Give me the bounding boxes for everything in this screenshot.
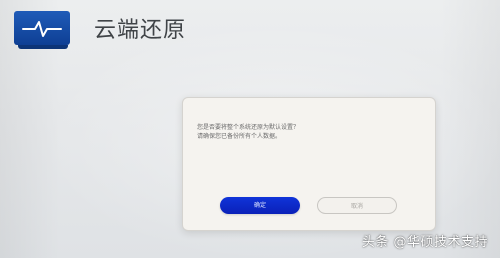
confirm-button[interactable]: 确定 bbox=[220, 197, 300, 214]
cancel-button[interactable]: 取消 bbox=[317, 197, 397, 214]
dialog-message-line-1: 您是否要将整个系统还原为默认设置？ bbox=[197, 124, 300, 131]
monitor-stand bbox=[18, 45, 68, 49]
monitor-pulse-icon bbox=[14, 11, 72, 49]
dialog-message-line-2: 请确保您已备份所有个人数据。 bbox=[197, 133, 282, 140]
dialog-message: 您是否要将整个系统还原为默认设置？ 请确保您已备份所有个人数据。 bbox=[197, 123, 417, 141]
pulse-line-icon bbox=[22, 21, 62, 37]
watermark: 头条 @华硕技术支持 bbox=[361, 235, 488, 250]
page-title: 云端还原 bbox=[94, 18, 187, 43]
restore-confirm-dialog: 您是否要将整个系统还原为默认设置？ 请确保您已备份所有个人数据。 确定 取消 bbox=[182, 97, 436, 231]
app-header: 云端还原 bbox=[14, 8, 186, 52]
